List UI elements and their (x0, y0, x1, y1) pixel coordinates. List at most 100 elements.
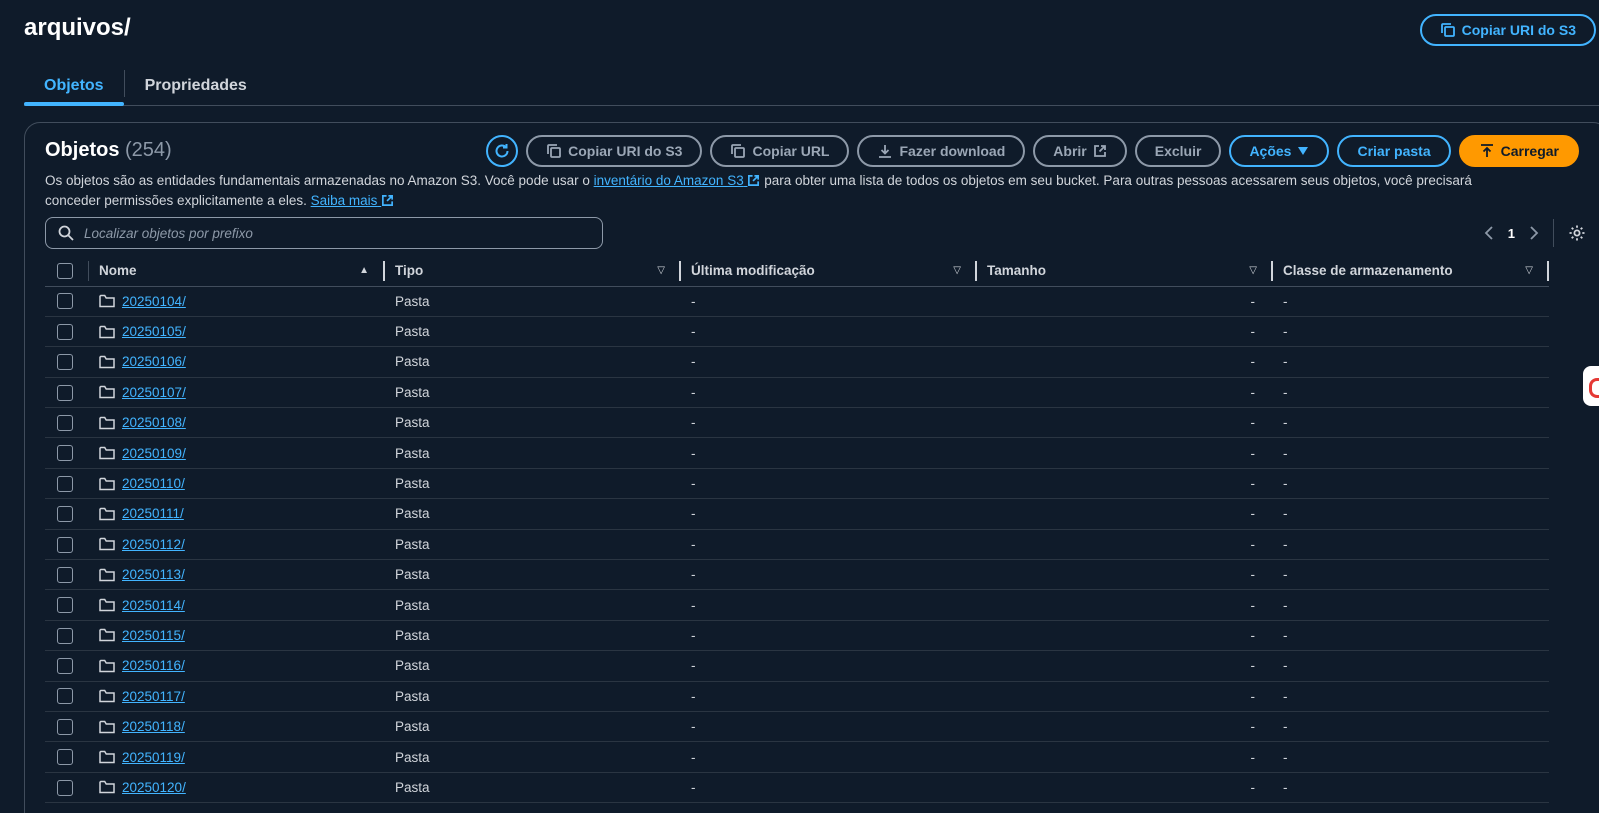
sort-icon[interactable]: ▽ (953, 265, 961, 276)
row-checkbox[interactable] (57, 506, 73, 523)
sort-icon[interactable]: ▽ (657, 265, 665, 276)
row-checkbox[interactable] (57, 384, 73, 401)
folder-link[interactable]: 20250104/ (122, 294, 186, 309)
copy-s3-uri-top-button[interactable]: Copiar URI do S3 (1419, 14, 1596, 46)
name-cell: 20250109/ (89, 437, 385, 469)
folder-link[interactable]: 20250113/ (122, 567, 185, 582)
folder-link[interactable]: 20250112/ (122, 537, 185, 552)
folder-icon (99, 507, 115, 521)
row-checkbox[interactable] (57, 718, 73, 735)
folder-link[interactable]: 20250116/ (122, 658, 185, 673)
table-row[interactable]: 20250118/Pasta - - - (45, 711, 1549, 743)
chevron-left-icon[interactable] (1484, 225, 1494, 241)
prefix-search-input[interactable] (84, 225, 590, 241)
table-row[interactable]: 20250119/Pasta - - - (45, 741, 1549, 773)
settings-gear-icon[interactable] (1568, 224, 1586, 242)
row-checkbox[interactable] (57, 445, 73, 462)
size-cell: - (977, 468, 1273, 500)
delete-button[interactable]: Excluir (1134, 135, 1222, 167)
size-cell: - (977, 498, 1273, 530)
refresh-button[interactable] (486, 135, 519, 167)
sort-icon[interactable]: ▽ (1525, 265, 1533, 276)
create-folder-button[interactable]: Criar pasta (1337, 135, 1451, 167)
folder-link[interactable]: 20250111/ (122, 506, 184, 521)
folder-link[interactable]: 20250115/ (122, 628, 185, 643)
column-header-size[interactable]: Tamanho ▽ (977, 256, 1273, 287)
row-checkbox[interactable] (57, 323, 73, 340)
row-checkbox[interactable] (57, 566, 73, 583)
select-all-checkbox[interactable] (57, 262, 73, 279)
pagination: 1 (1484, 219, 1586, 247)
folder-link[interactable]: 20250119/ (122, 750, 185, 765)
row-checkbox[interactable] (57, 658, 73, 675)
name-cell: 20250111/ (89, 498, 385, 530)
sort-ascending-icon[interactable]: ▲ (359, 265, 369, 276)
side-feedback-widget[interactable] (1583, 366, 1599, 406)
row-select-cell (45, 498, 89, 530)
current-page-number[interactable]: 1 (1508, 226, 1515, 241)
column-resizer[interactable] (1547, 261, 1549, 281)
column-header-last-modified[interactable]: Última modificação ▽ (681, 256, 977, 287)
folder-link[interactable]: 20250120/ (122, 780, 186, 795)
table-row[interactable]: 20250111/Pasta - - - (45, 498, 1549, 530)
table-row[interactable]: 20250107/Pasta - - - (45, 377, 1549, 409)
storage-class-cell: - (1273, 741, 1549, 773)
sort-icon[interactable]: ▽ (1249, 265, 1257, 276)
table-row[interactable]: 20250120/Pasta - - - (45, 772, 1549, 804)
row-checkbox[interactable] (57, 597, 73, 614)
column-header-type[interactable]: Tipo ▽ (385, 256, 681, 287)
size-cell: - (977, 620, 1273, 652)
row-checkbox[interactable] (57, 627, 73, 644)
row-checkbox[interactable] (57, 779, 73, 796)
type-cell: Pasta (385, 772, 681, 804)
chevron-right-icon[interactable] (1529, 225, 1539, 241)
last-modified-cell: - (681, 772, 977, 804)
table-row[interactable]: 20250115/Pasta - - - (45, 620, 1549, 652)
actions-menu-button[interactable]: Ações (1229, 135, 1330, 167)
learn-more-link[interactable]: Saiba mais (311, 193, 395, 208)
copy-s3-uri-button[interactable]: Copiar URI do S3 (526, 135, 703, 167)
row-checkbox[interactable] (57, 293, 73, 310)
table-row[interactable]: 20250112/Pasta - - - (45, 529, 1549, 561)
row-checkbox[interactable] (57, 536, 73, 553)
name-cell: 20250106/ (89, 346, 385, 378)
row-checkbox[interactable] (57, 475, 73, 492)
folder-link[interactable]: 20250107/ (122, 385, 186, 400)
table-row[interactable]: 20250108/Pasta - - - (45, 407, 1549, 439)
column-type-label: Tipo (395, 263, 424, 279)
row-checkbox[interactable] (57, 414, 73, 431)
type-cell: Pasta (385, 650, 681, 682)
folder-link[interactable]: 20250117/ (122, 689, 185, 704)
s3-inventory-link[interactable]: inventário do Amazon S3 (594, 173, 761, 188)
table-row[interactable]: 20250117/Pasta - - - (45, 681, 1549, 712)
table-row[interactable]: 20250114/Pasta - - - (45, 589, 1549, 621)
table-row[interactable]: 20250110/Pasta - - - (45, 468, 1549, 500)
copy-url-button[interactable]: Copiar URL (710, 135, 850, 167)
table-row[interactable]: 20250113/Pasta - - - (45, 559, 1549, 591)
table-row[interactable]: 20250104/Pasta - - - (45, 286, 1549, 317)
open-button[interactable]: Abrir (1033, 135, 1127, 167)
folder-link[interactable]: 20250108/ (122, 415, 186, 430)
folder-link[interactable]: 20250110/ (122, 476, 185, 491)
folder-link[interactable]: 20250106/ (122, 354, 186, 369)
table-row[interactable]: 20250116/Pasta - - - (45, 650, 1549, 682)
row-checkbox[interactable] (57, 749, 73, 766)
column-storage-class-label: Classe de armazenamento (1283, 263, 1453, 279)
column-header-storage-class[interactable]: Classe de armazenamento ▽ (1273, 256, 1549, 287)
folder-link[interactable]: 20250109/ (122, 446, 186, 461)
row-select-cell (45, 681, 89, 712)
tab-objetos[interactable]: Objetos (24, 66, 124, 106)
folder-link[interactable]: 20250118/ (122, 719, 185, 734)
column-header-name[interactable]: Nome ▲ (89, 256, 385, 287)
tab-propriedades[interactable]: Propriedades (125, 66, 267, 105)
folder-link[interactable]: 20250105/ (122, 324, 186, 339)
table-row[interactable]: 20250109/Pasta - - - (45, 437, 1549, 469)
table-row[interactable]: 20250105/Pasta - - - (45, 316, 1549, 348)
download-button[interactable]: Fazer download (857, 135, 1026, 167)
row-checkbox[interactable] (57, 354, 73, 371)
upload-button[interactable]: Carregar (1458, 135, 1579, 167)
table-row[interactable]: 20250106/Pasta - - - (45, 346, 1549, 378)
row-checkbox[interactable] (57, 688, 73, 705)
folder-link[interactable]: 20250114/ (122, 598, 185, 613)
folder-icon (99, 568, 115, 582)
